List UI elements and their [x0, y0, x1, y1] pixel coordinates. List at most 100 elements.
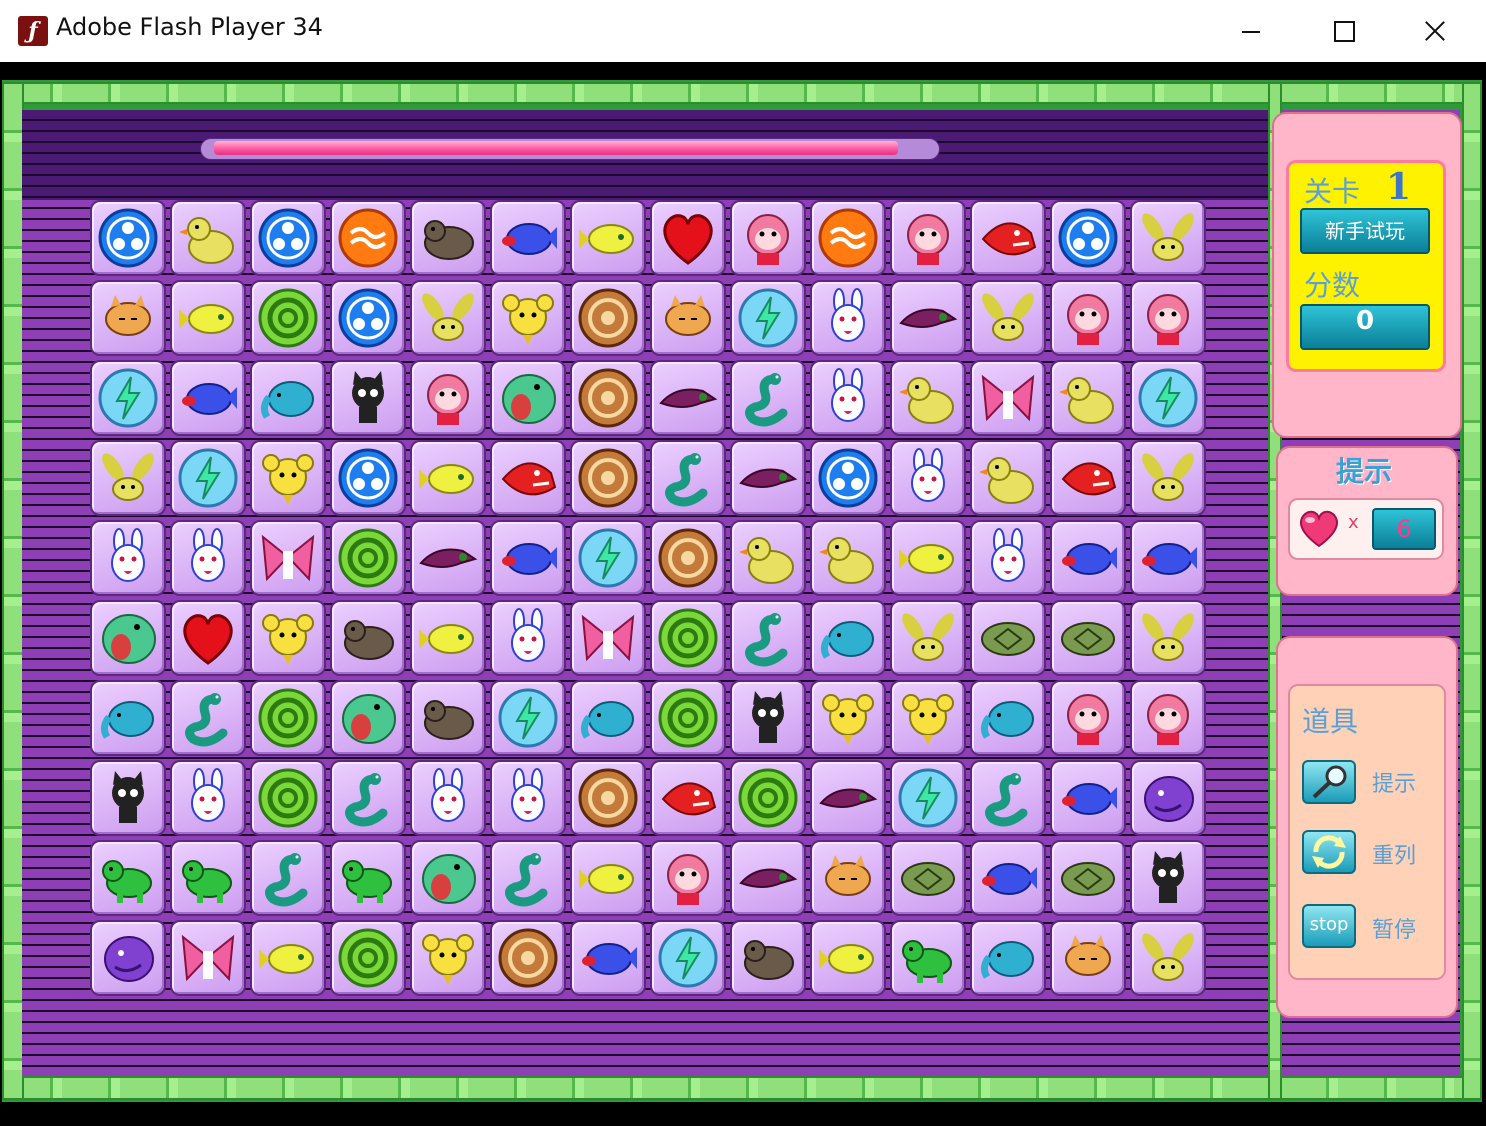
tile-blue-fish[interactable]	[1050, 760, 1126, 836]
tile-teal-snake[interactable]	[170, 680, 246, 756]
tile-white-rabbit[interactable]	[810, 280, 886, 356]
tile-white-rabbit[interactable]	[970, 520, 1046, 596]
tile-yellow-mouse[interactable]	[890, 680, 966, 756]
tile-yellow-mouse[interactable]	[490, 280, 566, 356]
tile-teal-snake[interactable]	[250, 840, 326, 916]
tile-purple-bird[interactable]	[730, 840, 806, 916]
tile-purple-bird[interactable]	[890, 280, 966, 356]
tile-lightning[interactable]	[490, 680, 566, 756]
tile-monkey[interactable]	[1050, 680, 1126, 756]
tile-orange-cat[interactable]	[650, 280, 726, 356]
tile-gray-bear[interactable]	[330, 600, 406, 676]
tile-duck[interactable]	[730, 520, 806, 596]
tile-black-cat[interactable]	[330, 360, 406, 436]
tile-blue-swirl[interactable]	[330, 440, 406, 516]
tile-orange-cat[interactable]	[90, 280, 166, 356]
tile-green-dino[interactable]	[170, 840, 246, 916]
stop-icon[interactable]: stop	[1302, 904, 1356, 948]
tile-purple-bird[interactable]	[650, 360, 726, 436]
tile-yellow-fish[interactable]	[250, 920, 326, 996]
tile-duck[interactable]	[890, 360, 966, 436]
tile-white-rabbit[interactable]	[490, 600, 566, 676]
tile-turtle[interactable]	[1050, 600, 1126, 676]
tile-orange-swirl[interactable]	[330, 200, 406, 276]
tile-black-cat[interactable]	[730, 680, 806, 756]
tile-yellow-mouse[interactable]	[250, 440, 326, 516]
tile-yellow-fish[interactable]	[570, 840, 646, 916]
tile-blue-elephant[interactable]	[810, 600, 886, 676]
tile-turtle[interactable]	[1050, 840, 1126, 916]
tile-blue-fish[interactable]	[490, 200, 566, 276]
tile-monkey[interactable]	[1130, 680, 1206, 756]
tile-blue-elephant[interactable]	[970, 680, 1046, 756]
tile-blue-fish[interactable]	[570, 920, 646, 996]
tile-black-cat[interactable]	[90, 760, 166, 836]
tile-duck[interactable]	[970, 440, 1046, 516]
tile-banana-rabbit[interactable]	[1130, 200, 1206, 276]
tile-lightning[interactable]	[170, 440, 246, 516]
tile-monkey[interactable]	[650, 840, 726, 916]
tile-teal-snake[interactable]	[970, 760, 1046, 836]
tile-green-ring[interactable]	[650, 680, 726, 756]
tile-green-frog[interactable]	[90, 600, 166, 676]
tile-teal-snake[interactable]	[650, 440, 726, 516]
tile-yellow-fish[interactable]	[810, 920, 886, 996]
refresh-icon[interactable]	[1302, 830, 1356, 874]
tile-white-rabbit[interactable]	[170, 520, 246, 596]
tile-gray-bear[interactable]	[730, 920, 806, 996]
tile-teal-snake[interactable]	[730, 360, 806, 436]
tile-green-frog[interactable]	[330, 680, 406, 756]
tile-green-ring[interactable]	[250, 760, 326, 836]
magnifier-icon[interactable]	[1302, 760, 1356, 804]
tile-blue-elephant[interactable]	[90, 680, 166, 756]
tile-teal-snake[interactable]	[490, 840, 566, 916]
tile-lightning[interactable]	[730, 280, 806, 356]
tile-lightning[interactable]	[890, 760, 966, 836]
tile-turtle[interactable]	[890, 840, 966, 916]
item-label-hint[interactable]: 提示	[1372, 766, 1416, 798]
tile-banana-rabbit[interactable]	[890, 600, 966, 676]
tile-blue-fish[interactable]	[970, 840, 1046, 916]
tile-gray-bear[interactable]	[410, 680, 486, 756]
tile-green-frog[interactable]	[490, 360, 566, 436]
tile-white-rabbit[interactable]	[490, 760, 566, 836]
tile-duck[interactable]	[810, 520, 886, 596]
tile-green-ring[interactable]	[250, 680, 326, 756]
tile-banana-rabbit[interactable]	[1130, 440, 1206, 516]
tile-gray-bear[interactable]	[410, 200, 486, 276]
tile-green-dino[interactable]	[330, 840, 406, 916]
tile-green-dino[interactable]	[90, 840, 166, 916]
tile-pink-bow[interactable]	[570, 600, 646, 676]
tile-black-cat[interactable]	[1130, 840, 1206, 916]
tile-banana-rabbit[interactable]	[1130, 600, 1206, 676]
tile-red-fish[interactable]	[490, 440, 566, 516]
tile-blue-elephant[interactable]	[570, 680, 646, 756]
tile-banana-rabbit[interactable]	[970, 280, 1046, 356]
tile-brown-swirl[interactable]	[570, 440, 646, 516]
tile-green-ring[interactable]	[650, 600, 726, 676]
tile-white-rabbit[interactable]	[410, 760, 486, 836]
tile-purple-blob[interactable]	[1130, 760, 1206, 836]
tile-purple-bird[interactable]	[810, 760, 886, 836]
tile-brown-swirl[interactable]	[650, 520, 726, 596]
tile-monkey[interactable]	[410, 360, 486, 436]
tile-turtle[interactable]	[970, 600, 1046, 676]
tile-purple-bird[interactable]	[730, 440, 806, 516]
tile-white-rabbit[interactable]	[90, 520, 166, 596]
mode-button[interactable]: 新手试玩	[1300, 208, 1430, 254]
tile-blue-swirl[interactable]	[250, 200, 326, 276]
tile-duck[interactable]	[170, 200, 246, 276]
minimize-button[interactable]	[1204, 0, 1296, 62]
tile-yellow-mouse[interactable]	[250, 600, 326, 676]
tile-blue-fish[interactable]	[1050, 520, 1126, 596]
tile-brown-swirl[interactable]	[570, 360, 646, 436]
tile-red-fish[interactable]	[1050, 440, 1126, 516]
tile-lightning[interactable]	[90, 360, 166, 436]
maximize-button[interactable]	[1296, 0, 1388, 62]
tile-purple-bird[interactable]	[410, 520, 486, 596]
tile-monkey[interactable]	[1130, 280, 1206, 356]
tile-red-fish[interactable]	[970, 200, 1046, 276]
tile-blue-swirl[interactable]	[90, 200, 166, 276]
tile-orange-cat[interactable]	[1050, 920, 1126, 996]
tile-green-ring[interactable]	[330, 920, 406, 996]
